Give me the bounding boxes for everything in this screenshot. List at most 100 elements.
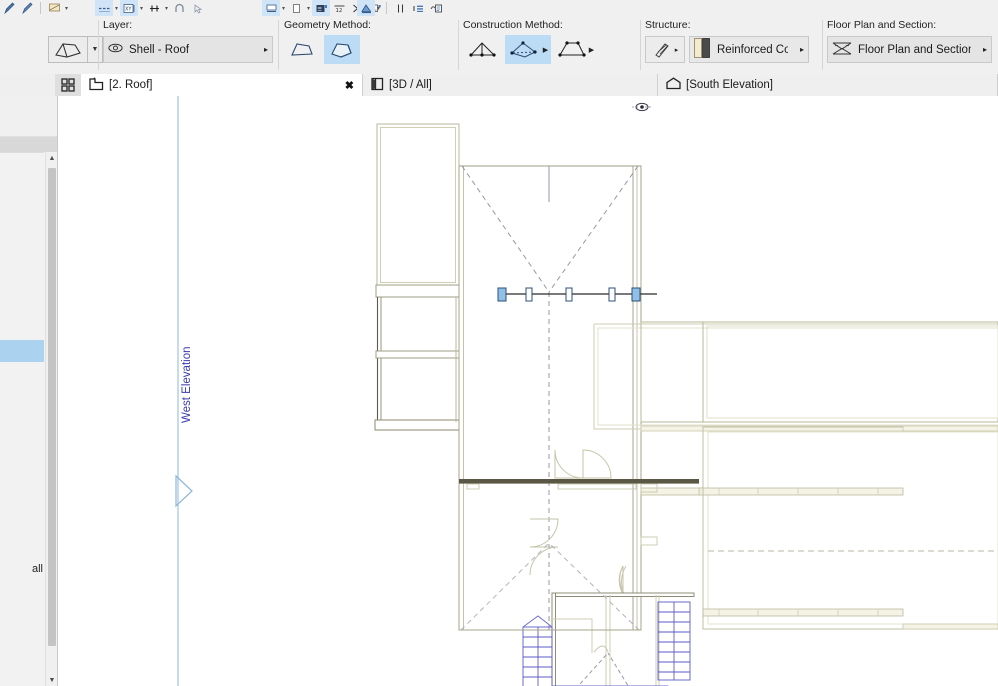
- layer-stack-icon[interactable]: [262, 0, 280, 16]
- ruled-shell-profile-icon[interactable]: ▶: [553, 35, 597, 64]
- archicad-window: ▾ ▾ XY ▾ ▾ ▾ ▾ ☰ 12 ▾ ▼ Layer: Shell - R…: [0, 0, 998, 686]
- layer-arrow-icon[interactable]: ▸: [258, 45, 268, 54]
- svg-text:XY: XY: [125, 6, 132, 12]
- structure-label: Structure:: [645, 19, 691, 31]
- structure-type-arrow-icon[interactable]: ▸: [675, 46, 679, 54]
- floorplan-label: Floor Plan and Section:: [827, 19, 937, 31]
- east-window-band-upper: [640, 487, 904, 496]
- infobox-geometry-method-section: Geometry Method:: [284, 16, 454, 74]
- palette-top-area: [0, 96, 57, 137]
- cursor-snap-icon[interactable]: [188, 0, 206, 16]
- stair-left-treads: [522, 626, 553, 686]
- view-tab-bar[interactable]: [2. Roof] ✖ [3D / All] [South Elevation]: [0, 74, 998, 97]
- tab-label: [2. Roof]: [109, 79, 153, 91]
- left-docked-palette[interactable]: all ▲ ▼: [0, 96, 58, 686]
- layer-value: Shell - Roof: [129, 43, 190, 56]
- palette-header-bar: [0, 137, 57, 152]
- 3d-view-icon: [371, 77, 384, 94]
- list-icon[interactable]: [409, 0, 427, 16]
- pen-alt-icon[interactable]: [18, 0, 36, 16]
- infobox-divider: [640, 20, 641, 70]
- chevron-down-icon[interactable]: ▾: [63, 0, 70, 16]
- palette-scrollbar[interactable]: ▲ ▼: [45, 152, 57, 686]
- floor-plan-section-icon: [832, 40, 852, 60]
- shell-tool-icon[interactable]: [48, 36, 88, 63]
- toolbar-divider: [386, 2, 387, 14]
- infobox-divider: [458, 20, 459, 70]
- svg-text:☰: ☰: [317, 6, 322, 12]
- infobox-tool-section: ▼: [44, 16, 103, 74]
- close-icon[interactable]: ✖: [335, 79, 354, 92]
- window-row[interactable]: [497, 287, 657, 302]
- infobox-divider: [278, 20, 279, 70]
- layer-12-icon[interactable]: 12: [330, 0, 348, 16]
- renovation-icon[interactable]: [357, 0, 375, 16]
- pen-icon[interactable]: [0, 0, 18, 16]
- scroll-up-icon[interactable]: ▲: [46, 152, 57, 164]
- blank-page-icon[interactable]: [287, 0, 305, 16]
- chevron-down-icon[interactable]: ▾: [375, 0, 382, 16]
- chevron-down-icon[interactable]: ▾: [280, 0, 287, 16]
- scroll-down-icon[interactable]: ▼: [46, 674, 57, 686]
- snap-points-icon[interactable]: [145, 0, 163, 16]
- geometry-method-label: Geometry Method:: [284, 19, 371, 31]
- composite-icon[interactable]: ▸: [645, 36, 685, 63]
- west-elevation-label: West Elevation: [181, 347, 193, 424]
- layer-label: Layer:: [103, 19, 133, 31]
- ruled-shell-icon[interactable]: [463, 35, 503, 64]
- west-elevation-marker[interactable]: West Elevation: [175, 96, 193, 686]
- eye-icon: [108, 43, 123, 56]
- construction-method-arrow-icon[interactable]: ▶: [589, 46, 594, 54]
- palette-list[interactable]: all: [0, 152, 44, 686]
- floor-plan-drawing[interactable]: West Elevation: [58, 96, 998, 686]
- chevron-down-icon[interactable]: ▾: [113, 0, 120, 16]
- xy-grid-icon[interactable]: XY: [120, 0, 138, 16]
- info-box[interactable]: ▼ Layer: Shell - Roof ▸ Geometry Method:: [0, 16, 998, 75]
- chevron-down-icon[interactable]: ▾: [163, 0, 170, 16]
- floorplan-value: Floor Plan and Section...: [858, 43, 971, 56]
- svg-text:12: 12: [335, 8, 342, 14]
- double-door-swing: [554, 449, 612, 479]
- tab-3d-all[interactable]: [3D / All]: [363, 74, 658, 96]
- extruded-shell-icon[interactable]: [284, 35, 320, 64]
- dash-line-icon[interactable]: [95, 0, 113, 16]
- structure-value: Reinforced Concr...: [717, 43, 788, 56]
- floorplan-arrow-icon[interactable]: ▸: [977, 45, 987, 54]
- window-band-mid: [698, 487, 704, 496]
- dimension-icon[interactable]: [45, 0, 63, 16]
- chevron-down-icon[interactable]: ▾: [305, 0, 312, 16]
- pen-set-icon[interactable]: ☰: [312, 0, 330, 16]
- floorplan-combo[interactable]: Floor Plan and Section... ▸: [827, 36, 992, 63]
- tab-label: [South Elevation]: [686, 79, 773, 91]
- camera-eye-marker[interactable]: [632, 102, 652, 112]
- revolved-shell-icon[interactable]: [324, 35, 360, 64]
- infobox-construction-method-section: Construction Method: ▶ ▶: [463, 16, 638, 74]
- construction-method-arrow-icon[interactable]: ▶: [543, 46, 548, 54]
- infobox-layer-section: Layer: Shell - Roof ▸: [103, 16, 273, 74]
- tab-south-elevation[interactable]: [South Elevation]: [658, 74, 998, 96]
- column-icon[interactable]: [391, 0, 409, 16]
- quick-options-toolbar[interactable]: ▾ ▾ XY ▾ ▾ ▾ ▾ ☰ 12 ▾: [0, 0, 998, 17]
- infobox-divider: [822, 20, 823, 70]
- infobox-structure-section: Structure: ▸ Reinforced Concr... ▸: [645, 16, 820, 74]
- chevron-down-icon[interactable]: ▾: [138, 0, 145, 16]
- tab-grid-icon[interactable]: [55, 74, 81, 96]
- layer-combo[interactable]: Shell - Roof ▸: [103, 36, 273, 63]
- lower-roof-dashed: [460, 542, 640, 631]
- tool-dropdown-arrow[interactable]: ▼: [88, 36, 103, 63]
- tab-2-roof[interactable]: [2. Roof] ✖: [81, 74, 363, 96]
- structure-combo[interactable]: Reinforced Concr... ▸: [689, 36, 809, 63]
- ruled-shell-edit-icon[interactable]: ▶: [505, 35, 551, 64]
- magnet-icon[interactable]: [170, 0, 188, 16]
- floor-plan-canvas[interactable]: West Elevation: [58, 96, 998, 686]
- palette-selected-row[interactable]: [0, 340, 44, 362]
- west-block[interactable]: [374, 123, 460, 431]
- note-icon[interactable]: [427, 0, 445, 16]
- structure-arrow-icon[interactable]: ▸: [794, 45, 804, 54]
- tab-label: [3D / All]: [389, 79, 432, 91]
- palette-item-label: all: [31, 563, 43, 575]
- infobox-divider: [98, 20, 99, 70]
- east-wing[interactable]: [640, 321, 998, 630]
- scrollbar-thumb[interactable]: [48, 168, 56, 646]
- elevation-icon: [666, 77, 681, 93]
